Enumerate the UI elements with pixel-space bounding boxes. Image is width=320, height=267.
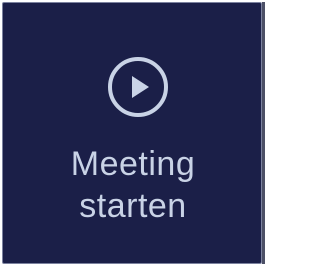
start-meeting-button[interactable]: Meeting starten bbox=[2, 2, 262, 264]
start-meeting-label-line2: starten bbox=[79, 187, 187, 225]
start-meeting-label-line1: Meeting bbox=[70, 145, 196, 183]
start-meeting-label: Meeting starten bbox=[3, 143, 263, 227]
tile-frame: Meeting starten bbox=[0, 0, 268, 267]
play-circle-icon bbox=[108, 57, 168, 117]
tile-shadow bbox=[262, 2, 265, 264]
